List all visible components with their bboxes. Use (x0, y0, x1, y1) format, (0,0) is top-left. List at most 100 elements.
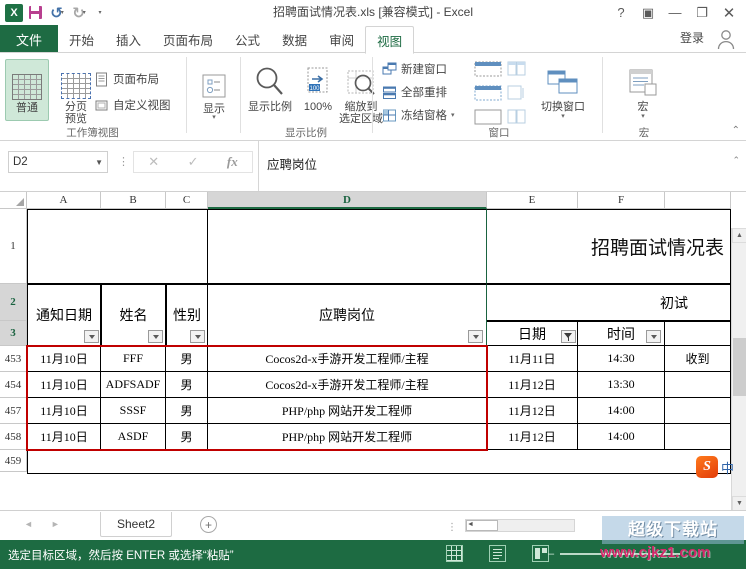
cell-459-row[interactable] (27, 450, 731, 474)
vertical-scroll-thumb[interactable] (733, 338, 746, 396)
cell-458-gender[interactable]: 男 (166, 424, 208, 450)
synchronous-scrolling-button[interactable] (507, 85, 527, 106)
row-header-1[interactable]: 1 (0, 209, 27, 284)
insert-function-button[interactable]: fx (227, 154, 238, 170)
formula-bar-grip[interactable]: ⋮ (118, 155, 129, 168)
cell-458-notify-date[interactable]: 11月10日 (27, 424, 101, 450)
tab-home[interactable]: 开始 (58, 25, 105, 53)
cell-d1[interactable] (208, 209, 487, 284)
filter-button-notify-date[interactable] (84, 330, 99, 343)
tab-page-layout[interactable]: 页面布局 (152, 25, 224, 53)
cell-454-name[interactable]: ADFSADF (101, 372, 166, 398)
cell-group-header-first-interview[interactable]: 初试 (487, 284, 731, 321)
column-header-f[interactable]: F (578, 192, 665, 209)
row-header-454[interactable]: 454 (0, 372, 27, 398)
scroll-down-button[interactable]: ▼ (732, 496, 746, 510)
column-header-e[interactable]: E (487, 192, 578, 209)
switch-windows-button[interactable]: 切换窗口 ▾ (534, 59, 592, 120)
custom-views-button[interactable]: 自定义视图 (94, 97, 171, 113)
cell-458-position[interactable]: PHP/php 网站开发工程师 (208, 424, 487, 450)
page-layout-button[interactable]: 页面布局 (94, 71, 159, 87)
cell-header-blank[interactable] (665, 321, 731, 346)
row-header-459[interactable]: 459 (0, 450, 27, 472)
column-header-b[interactable]: B (101, 192, 166, 209)
view-side-by-side-button[interactable] (507, 61, 527, 82)
cell-457-time[interactable]: 14:00 (578, 398, 665, 424)
tab-formulas[interactable]: 公式 (224, 25, 271, 53)
zoom-out-button[interactable]: – (548, 548, 554, 560)
column-header-a[interactable]: A (27, 192, 101, 209)
switch-windows-caret-icon[interactable]: ▾ (534, 113, 592, 120)
account-avatar-icon[interactable] (714, 28, 738, 50)
sogou-ime-bar[interactable]: S 中 (696, 452, 746, 482)
scroll-left-icon[interactable]: ◄ (467, 521, 474, 528)
cell-453-position[interactable]: Cocos2d-x手游开发工程师/主程 (208, 346, 487, 372)
view-normal-shortcut-button[interactable] (446, 545, 463, 562)
zoom-button[interactable]: 显示比例 (242, 59, 298, 113)
cell-457-note[interactable] (665, 398, 731, 424)
column-header-d[interactable]: D (208, 192, 487, 209)
sheet-next-button[interactable]: ► (51, 519, 60, 529)
cell-457-notify-date[interactable]: 11月10日 (27, 398, 101, 424)
minimize-button[interactable]: — (662, 1, 688, 25)
cell-458-note[interactable] (665, 424, 731, 450)
show-caret-icon[interactable]: ▾ (191, 114, 237, 121)
tab-data[interactable]: 数据 (271, 25, 318, 53)
row-header-458[interactable]: 458 (0, 424, 27, 450)
cell-458-time[interactable]: 14:00 (578, 424, 665, 450)
row-header-2[interactable]: 2 (0, 284, 27, 321)
sign-in-link[interactable]: 登录 (680, 29, 704, 46)
row-header-457[interactable]: 457 (0, 398, 27, 424)
scroll-up-button[interactable]: ▲ (732, 228, 746, 243)
formula-input[interactable]: 应聘岗位 ⌃ (258, 141, 746, 191)
cell-453-name[interactable]: FFF (101, 346, 166, 372)
help-button[interactable]: ? (608, 1, 634, 25)
filter-button-name[interactable] (148, 330, 163, 343)
column-header-g[interactable] (665, 192, 731, 209)
cell-457-date[interactable]: 11月12日 (487, 398, 578, 424)
horizontal-scrollbar[interactable]: ◄ (465, 519, 575, 532)
enter-formula-button[interactable]: ✓ (188, 154, 199, 170)
cell-453-gender[interactable]: 男 (166, 346, 208, 372)
select-all-button[interactable] (0, 192, 27, 209)
new-window-button[interactable]: 新建窗口 (382, 61, 447, 77)
macro-caret-icon[interactable]: ▾ (618, 113, 668, 120)
tab-review[interactable]: 审阅 (318, 25, 365, 53)
cell-453-notify-date[interactable]: 11月10日 (27, 346, 101, 372)
filter-button-gender[interactable] (190, 330, 205, 343)
sogou-logo-icon[interactable]: S (696, 456, 718, 478)
freeze-panes-button[interactable]: 冻结窗格 ▾ (382, 107, 455, 123)
zoom-100-button[interactable]: 100 100% (298, 59, 338, 113)
cell-454-position[interactable]: Cocos2d-x手游开发工程师/主程 (208, 372, 487, 398)
redo-button[interactable]: ↻ ▾ (69, 3, 89, 23)
cell-458-date[interactable]: 11月12日 (487, 424, 578, 450)
cell-454-time[interactable]: 13:30 (578, 372, 665, 398)
view-page-break-preview-button[interactable]: 分页 预览 (54, 59, 98, 125)
maximize-button[interactable]: ❐ (689, 1, 715, 25)
zoom-slider[interactable] (560, 553, 680, 555)
cell-457-position[interactable]: PHP/php 网站开发工程师 (208, 398, 487, 424)
filter-button-position[interactable] (468, 330, 483, 343)
add-sheet-button[interactable]: + (200, 516, 217, 533)
cell-453-note[interactable]: 收到 (665, 346, 731, 372)
tab-view[interactable]: 视图 (365, 26, 415, 54)
cell-458-name[interactable]: ASDF (101, 424, 166, 450)
name-box[interactable]: D2 ▼ (8, 151, 108, 173)
filter-button-time[interactable] (646, 330, 661, 343)
cell-454-date[interactable]: 11月12日 (487, 372, 578, 398)
cell-header-position[interactable]: 应聘岗位 (208, 284, 487, 346)
cell-454-notify-date[interactable]: 11月10日 (27, 372, 101, 398)
cell-454-gender[interactable]: 男 (166, 372, 208, 398)
customize-qat-button[interactable]: ▾ (91, 3, 111, 23)
chevron-down-icon[interactable]: ▼ (95, 158, 103, 167)
save-button[interactable] (25, 3, 45, 23)
collapse-ribbon-button[interactable]: ⌃ (732, 125, 740, 136)
row-header-3[interactable]: 3 (0, 321, 27, 346)
arrange-all-button[interactable]: 全部重排 (382, 84, 447, 100)
tab-insert[interactable]: 插入 (105, 25, 152, 53)
expand-formula-bar-button[interactable]: ⌃ (732, 155, 740, 166)
hide-window-button[interactable] (474, 85, 502, 106)
cell-453-time[interactable]: 14:30 (578, 346, 665, 372)
column-header-c[interactable]: C (166, 192, 208, 209)
show-button[interactable]: 显示 ▾ (191, 61, 237, 127)
